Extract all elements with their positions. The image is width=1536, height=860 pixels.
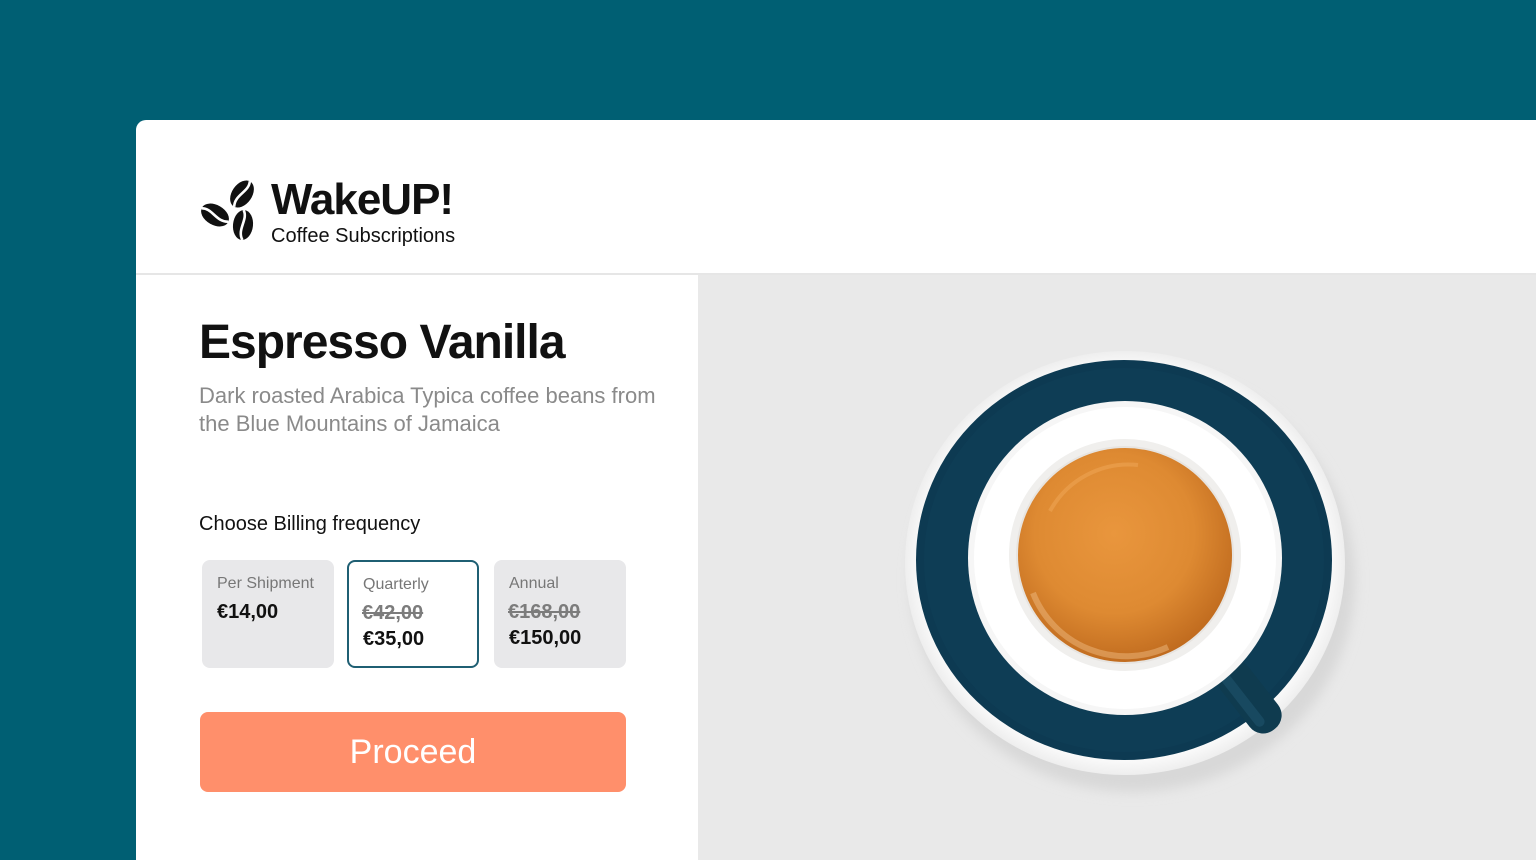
product-description: Dark roasted Arabica Typica coffee beans… xyxy=(199,383,656,436)
billing-frequency-label: Choose Billing frequency xyxy=(199,513,421,535)
coffee-beans-icon xyxy=(201,180,254,241)
billing-option-name: Annual xyxy=(509,575,559,592)
billing-option-old-price: €168,00 xyxy=(508,601,581,623)
billing-option-per-shipment[interactable]: Per Shipment €14,00 xyxy=(202,560,334,668)
espresso-cup-photo xyxy=(698,275,1536,860)
espresso-cup-illustration xyxy=(698,275,1536,860)
billing-option-price: €14,00 xyxy=(217,601,279,623)
billing-option-price: €35,00 xyxy=(363,628,425,650)
billing-option-old-price: €42,00 xyxy=(362,602,424,624)
brand-tagline: Coffee Subscriptions xyxy=(271,225,456,247)
billing-option-name: Per Shipment xyxy=(217,575,314,592)
billing-option-price: €150,00 xyxy=(509,627,582,649)
proceed-button[interactable]: Proceed xyxy=(200,712,626,792)
billing-option-name: Quarterly xyxy=(363,576,429,593)
header: WakeUP! Coffee Subscriptions xyxy=(136,120,1536,275)
product-title: Espresso Vanilla xyxy=(199,316,566,369)
subscription-card: WakeUP! Coffee Subscriptions Espresso Va… xyxy=(136,120,1536,860)
billing-option-annual[interactable]: Annual €168,00 €150,00 xyxy=(494,560,626,668)
billing-option-quarterly[interactable]: Quarterly €42,00 €35,00 xyxy=(347,560,479,668)
product-panel: Espresso Vanilla Dark roasted Arabica Ty… xyxy=(136,275,698,860)
brand-name: WakeUP! xyxy=(271,175,454,224)
